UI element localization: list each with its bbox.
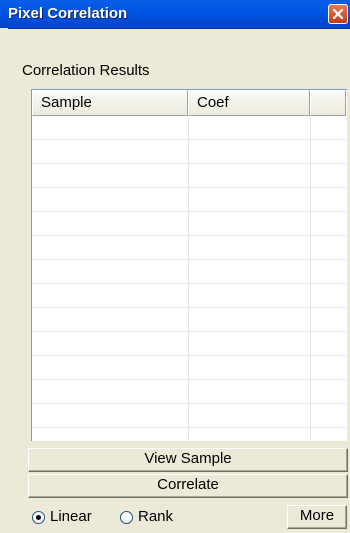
- column-header-coef[interactable]: Coef: [188, 90, 310, 116]
- radio-selected-dot: [36, 515, 41, 520]
- table-row: [32, 140, 346, 164]
- table-row: [32, 308, 346, 332]
- close-button[interactable]: [328, 4, 348, 24]
- window-title: Pixel Correlation: [8, 5, 128, 22]
- correlation-results-label: Correlation Results: [22, 62, 150, 79]
- column-header-extra[interactable]: [310, 90, 346, 116]
- table-row: [32, 404, 346, 428]
- table-row: [32, 236, 346, 260]
- table-row: [32, 380, 346, 404]
- table-row: [32, 356, 346, 380]
- list-header: Sample Coef: [32, 90, 346, 116]
- correlation-results-list[interactable]: Sample Coef: [31, 89, 347, 441]
- table-row: [32, 164, 346, 188]
- correlate-button[interactable]: Correlate: [28, 474, 348, 498]
- list-body[interactable]: [32, 116, 346, 441]
- linear-radio[interactable]: [32, 511, 45, 524]
- close-icon: [332, 8, 344, 20]
- more-button[interactable]: More: [287, 505, 347, 529]
- table-row: [32, 212, 346, 236]
- rank-radio[interactable]: [120, 511, 133, 524]
- title-bar[interactable]: Pixel Correlation: [0, 0, 350, 29]
- window-left-edge: [0, 28, 8, 533]
- table-row: [32, 260, 346, 284]
- linear-radio-label[interactable]: Linear: [50, 508, 92, 525]
- table-row: [32, 284, 346, 308]
- rank-radio-label[interactable]: Rank: [138, 508, 173, 525]
- column-header-sample[interactable]: Sample: [32, 90, 188, 116]
- table-row: [32, 116, 346, 140]
- table-row: [32, 332, 346, 356]
- table-row: [32, 188, 346, 212]
- view-sample-button[interactable]: View Sample: [28, 448, 348, 472]
